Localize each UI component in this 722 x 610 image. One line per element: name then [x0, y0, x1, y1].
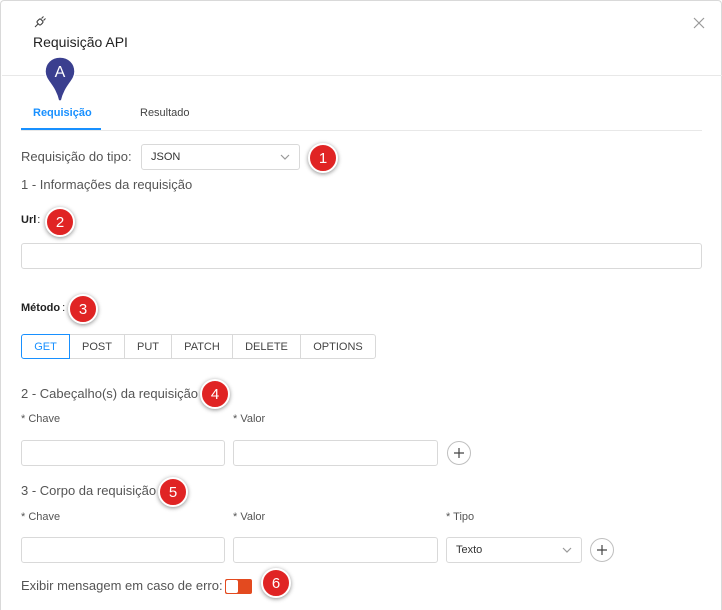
toggle-knob [226, 580, 238, 593]
header-key-label: * Chave [21, 413, 61, 425]
section1-title: 1 - Informações da requisição [21, 177, 193, 192]
method-post-button[interactable]: POST [69, 334, 125, 359]
annotation-badge-5: 5 [158, 477, 188, 507]
header-value-label: * Valor [233, 413, 266, 425]
header-key-input[interactable] [21, 440, 225, 466]
annotation-pin-a: A [43, 55, 77, 105]
annotation-badge-4: 4 [200, 379, 230, 409]
body-value-input[interactable] [233, 537, 438, 563]
header-value-input[interactable] [233, 440, 438, 466]
section2-title: 2 - Cabeçalho(s) da requisição [21, 386, 199, 401]
dialog-title: Requisição API [33, 34, 128, 50]
plus-icon [454, 448, 464, 458]
request-type-select[interactable]: JSON [141, 144, 300, 170]
annotation-badge-2: 2 [45, 207, 75, 237]
request-type-label: Requisição do tipo: [21, 149, 132, 164]
chevron-down-icon [562, 547, 572, 553]
method-label: Método: [21, 302, 65, 314]
chevron-down-icon [280, 154, 290, 160]
annotation-pin-label: A [55, 64, 66, 81]
annotation-badge-6: 6 [261, 568, 291, 598]
plug-icon [33, 15, 47, 29]
error-message-toggle[interactable] [225, 579, 252, 594]
body-type-label: * Tipo [446, 511, 475, 523]
header-divider [2, 75, 722, 76]
annotation-badge-3: 3 [68, 294, 98, 324]
body-type-select[interactable]: Texto [446, 537, 582, 563]
section3-title: 3 - Corpo da requisição [21, 483, 157, 498]
method-label-colon: : [62, 302, 66, 314]
add-header-button[interactable] [447, 441, 471, 465]
url-label-colon: : [37, 214, 41, 226]
method-button-group: GET POST PUT PATCH DELETE OPTIONS [21, 334, 376, 359]
method-patch-button[interactable]: PATCH [171, 334, 233, 359]
method-delete-button[interactable]: DELETE [232, 334, 301, 359]
request-type-value: JSON [151, 151, 181, 163]
url-label: Url: [21, 214, 40, 226]
annotation-badge-1: 1 [308, 143, 338, 173]
body-key-label: * Chave [21, 511, 61, 523]
method-options-button[interactable]: OPTIONS [300, 334, 376, 359]
add-body-field-button[interactable] [590, 538, 614, 562]
dialog: Requisição API A Requisição Resultado Re… [0, 0, 722, 610]
error-message-label: Exibir mensagem em caso de erro: [21, 578, 223, 593]
method-get-button[interactable]: GET [21, 334, 70, 359]
plus-icon [597, 545, 607, 555]
tab-resultado[interactable]: Resultado [140, 107, 190, 119]
method-label-text: Método [21, 302, 61, 314]
method-put-button[interactable]: PUT [124, 334, 172, 359]
url-input[interactable] [21, 243, 702, 269]
url-label-text: Url [21, 214, 37, 226]
close-icon[interactable] [692, 16, 706, 30]
tabs-divider [21, 130, 702, 131]
tab-requisicao[interactable]: Requisição [33, 107, 92, 119]
body-key-input[interactable] [21, 537, 225, 563]
body-type-value: Texto [456, 544, 483, 556]
body-value-label: * Valor [233, 511, 266, 523]
